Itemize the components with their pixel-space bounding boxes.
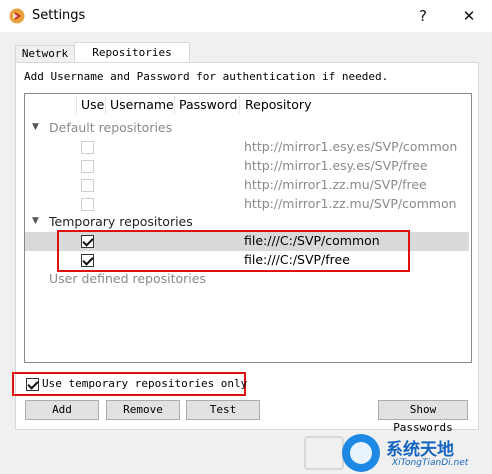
highlight-box xyxy=(57,230,410,272)
title-bar: Settings ? ✕ xyxy=(0,0,492,32)
use-checkbox[interactable] xyxy=(81,141,94,154)
group-temporary-label: Temporary repositories xyxy=(49,214,193,229)
expand-arrow-icon[interactable]: ▼ xyxy=(32,122,39,132)
repo-row[interactable]: http://mirror1.zz.mu/SVP/common xyxy=(25,195,469,214)
column-use[interactable]: Use xyxy=(81,97,104,112)
tab-repositories[interactable]: Repositories xyxy=(74,42,190,63)
auth-hint: Add Username and Password for authentica… xyxy=(24,70,389,83)
watermark-subtitle: XiTongTianDi.net xyxy=(392,458,469,468)
use-checkbox[interactable] xyxy=(81,198,94,211)
column-password[interactable]: Password xyxy=(179,97,237,112)
repository-tree[interactable]: Use Username Password Repository ▼ Defau… xyxy=(24,93,472,363)
expand-arrow-icon[interactable]: ▼ xyxy=(32,216,39,226)
repo-url: http://mirror1.esy.es/SVP/free xyxy=(244,158,428,173)
group-user-label: User defined repositories xyxy=(49,271,206,286)
column-separator xyxy=(239,96,240,114)
use-checkbox[interactable] xyxy=(81,179,94,192)
close-button[interactable]: ✕ xyxy=(446,0,492,32)
temp-only-label[interactable]: Use temporary repositories only xyxy=(42,377,247,390)
group-default-label: Default repositories xyxy=(49,120,173,135)
watermark-logo-icon xyxy=(342,434,380,472)
repo-row[interactable]: http://mirror1.esy.es/SVP/free xyxy=(25,157,469,176)
tab-network[interactable]: Network xyxy=(15,45,75,62)
window-title: Settings xyxy=(32,8,86,23)
test-button[interactable]: Test xyxy=(186,400,260,420)
repo-url: http://mirror1.zz.mu/SVP/free xyxy=(244,177,427,192)
use-checkbox[interactable] xyxy=(81,160,94,173)
column-username[interactable]: Username xyxy=(110,97,174,112)
repo-url: http://mirror1.esy.es/SVP/common xyxy=(244,139,458,154)
watermark: 系统天地 XiTongTianDi.net xyxy=(300,430,492,474)
add-button[interactable]: Add xyxy=(25,400,99,420)
column-separator xyxy=(174,96,175,114)
watermark-faint-icon xyxy=(304,436,344,470)
watermark-title: 系统天地 xyxy=(386,440,454,460)
column-separator xyxy=(105,96,106,114)
remove-button[interactable]: Remove xyxy=(106,400,180,420)
app-icon xyxy=(9,8,25,24)
column-repository[interactable]: Repository xyxy=(245,97,311,112)
column-separator xyxy=(76,96,77,114)
temp-only-checkbox[interactable] xyxy=(26,378,39,391)
repo-row[interactable]: http://mirror1.esy.es/SVP/common xyxy=(25,138,469,157)
repo-url: http://mirror1.zz.mu/SVP/common xyxy=(244,196,457,211)
repo-row[interactable]: http://mirror1.zz.mu/SVP/free xyxy=(25,176,469,195)
help-button[interactable]: ? xyxy=(400,0,446,32)
show-passwords-button[interactable]: Show Passwords xyxy=(378,400,468,434)
